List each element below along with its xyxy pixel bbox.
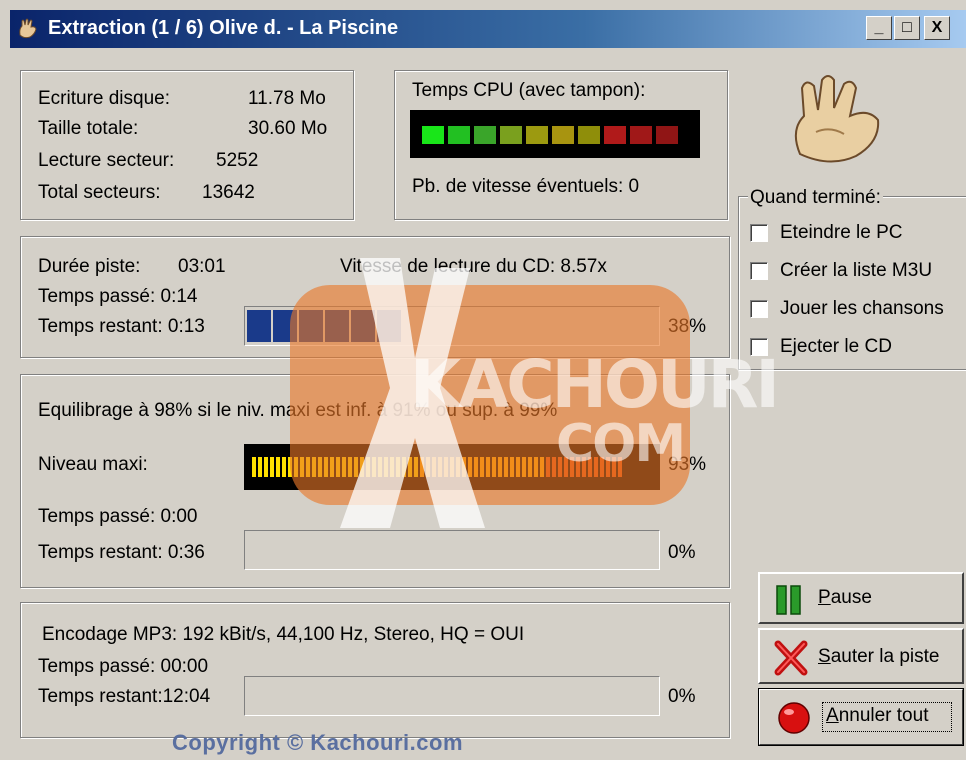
lecture-value: 5252 bbox=[216, 150, 259, 171]
m3u-checkbox[interactable] bbox=[750, 262, 768, 280]
cpu-segment bbox=[656, 126, 678, 144]
m3u-label[interactable]: Créer la liste M3U bbox=[780, 260, 932, 282]
encode-info: Encodage MP3: 192 kBit/s, 44,100 Hz, Ste… bbox=[42, 624, 525, 645]
pause-button[interactable]: Pause bbox=[758, 572, 964, 624]
track-restant: Temps restant: 0:13 bbox=[38, 316, 205, 337]
total-label: Total secteurs: bbox=[38, 182, 161, 203]
cpu-segment bbox=[552, 126, 574, 144]
minimize-button[interactable]: _ bbox=[866, 16, 892, 40]
close-button[interactable]: X bbox=[924, 16, 950, 40]
eteindre-checkbox[interactable] bbox=[750, 224, 768, 242]
jouer-label[interactable]: Jouer les chansons bbox=[780, 298, 944, 320]
ejecter-label[interactable]: Ejecter le CD bbox=[780, 336, 892, 358]
sauter-label: Sauter la piste bbox=[818, 646, 940, 667]
copyright-text: Copyright © Kachouri.com bbox=[172, 730, 464, 755]
annuler-button[interactable]: Annuler tout bbox=[758, 688, 964, 746]
taille-label: Taille totale: bbox=[38, 118, 139, 139]
niveau-bar bbox=[252, 457, 256, 477]
quand-termine-title: Quand terminé: bbox=[748, 187, 883, 209]
window-title: Extraction (1 / 6) Olive d. - La Piscine bbox=[48, 17, 399, 39]
cpu-segment bbox=[474, 126, 496, 144]
cpu-segment bbox=[448, 126, 470, 144]
level-percent: 0% bbox=[668, 542, 696, 563]
taille-value: 30.60 Mo bbox=[248, 118, 328, 139]
niveau-bar bbox=[282, 457, 286, 477]
pause-label: Pause bbox=[818, 587, 872, 608]
hand-logo-icon bbox=[794, 75, 880, 163]
niveau-bar bbox=[276, 457, 280, 477]
cpu-meter bbox=[410, 110, 700, 158]
cpu-segment bbox=[630, 126, 652, 144]
eteindre-label[interactable]: Eteindre le PC bbox=[780, 222, 903, 244]
cpu-segment bbox=[422, 126, 444, 144]
ecriture-value: 11.78 Mo bbox=[248, 88, 326, 109]
duree-label: Durée piste: bbox=[38, 256, 141, 277]
track-passe: Temps passé: 0:14 bbox=[38, 286, 198, 307]
title-bar[interactable]: Extraction (1 / 6) Olive d. - La Piscine… bbox=[10, 10, 966, 48]
stop-circle-icon bbox=[778, 702, 810, 734]
watermark-domain: COM bbox=[556, 414, 686, 474]
hand-app-icon bbox=[19, 18, 37, 39]
niveau-bar bbox=[258, 457, 262, 477]
cpu-label: Temps CPU (avec tampon): bbox=[412, 80, 646, 101]
cpu-segment bbox=[526, 126, 548, 144]
ecriture-label: Ecriture disque: bbox=[38, 88, 171, 109]
watermark-brand: KACHOURI bbox=[410, 346, 780, 423]
annuler-label: Annuler tout bbox=[826, 705, 929, 726]
niveau-bar bbox=[270, 457, 274, 477]
encode-restant: Temps restant:12:04 bbox=[38, 686, 211, 707]
encode-percent: 0% bbox=[668, 686, 696, 707]
skip-x-icon bbox=[774, 640, 808, 676]
total-value: 13642 bbox=[202, 182, 255, 203]
speed-issue-label: Pb. de vitesse éventuels: 0 bbox=[412, 176, 640, 197]
cpu-segment bbox=[500, 126, 522, 144]
niveau-bar bbox=[264, 457, 268, 477]
cpu-segment bbox=[578, 126, 600, 144]
extraction-window: Extraction (1 / 6) Olive d. - La Piscine… bbox=[0, 0, 966, 760]
track-progress-block bbox=[247, 310, 271, 342]
pause-icon bbox=[776, 585, 801, 615]
maximize-button[interactable]: □ bbox=[894, 16, 920, 40]
cpu-segment bbox=[604, 126, 626, 144]
level-passe: Temps passé: 0:00 bbox=[38, 506, 198, 527]
jouer-checkbox[interactable] bbox=[750, 300, 768, 318]
niveau-label: Niveau maxi: bbox=[38, 454, 148, 475]
level-restant: Temps restant: 0:36 bbox=[38, 542, 205, 563]
lecture-label: Lecture secteur: bbox=[38, 150, 175, 171]
encode-passe: Temps passé: 00:00 bbox=[38, 656, 209, 677]
duree-value: 03:01 bbox=[178, 256, 226, 277]
encode-progress-bar bbox=[244, 676, 660, 716]
sauter-button[interactable]: Sauter la piste bbox=[758, 628, 964, 684]
